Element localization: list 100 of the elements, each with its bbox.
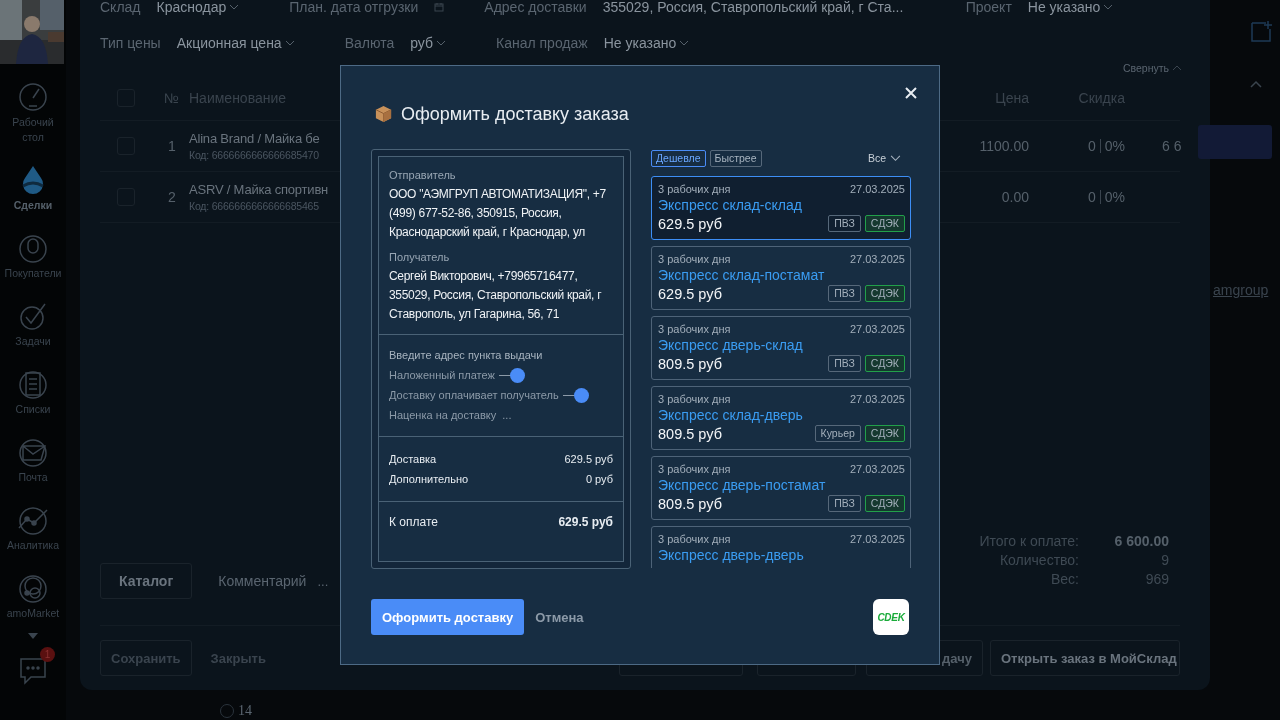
- chevron-icon: [1103, 4, 1114, 10]
- total-label: Количество:: [998, 552, 1079, 569]
- tag: СДЭК: [864, 285, 905, 302]
- chevron-icon: [229, 4, 240, 10]
- nav-item[interactable]: Рабочий стол: [1, 81, 65, 145]
- sort-filter[interactable]: Быстрее: [709, 149, 762, 167]
- table-cell-text: 1100.00: [978, 138, 1029, 154]
- field-label: Адрес доставки: [484, 0, 587, 15]
- tag: Курьер: [814, 425, 861, 442]
- chart-icon: [17, 504, 49, 536]
- product-name[interactable]: ASRV / Майка спортивн: [189, 181, 329, 199]
- chevron-icon: [284, 40, 295, 46]
- recipient-label: Получатель: [389, 250, 451, 264]
- delivery-date: 27.03.2025: [849, 182, 905, 196]
- carrier-logo: CDEK: [873, 599, 909, 635]
- chevron-icon: [679, 40, 690, 46]
- select-field[interactable]: Не указано: [1027, 0, 1114, 15]
- delivery-date: 27.03.2025: [849, 322, 905, 336]
- tariff-name: Экспресс склад-дверь: [658, 406, 804, 424]
- tariff-price: 629.5 руб: [658, 285, 722, 302]
- footer-button[interactable]: Открыть заказ в МойСклад: [990, 640, 1180, 676]
- tariff-price: 629.5 руб: [658, 215, 722, 232]
- tag: СДЭК: [864, 355, 905, 372]
- product-name[interactable]: Alina Brand / Майка бе: [189, 130, 320, 148]
- toggle-switch[interactable]: [562, 387, 589, 403]
- nav-item[interactable]: Сделки: [1, 164, 65, 213]
- product-code: Код: 6666666666666685465: [189, 199, 319, 213]
- dialog-title: Оформить доставку заказа: [401, 104, 630, 125]
- table-cell: 0%: [1104, 189, 1125, 205]
- pickup-point-link[interactable]: Введите адрес пункта выдачи: [389, 347, 613, 363]
- nav-item[interactable]: Почта: [1, 436, 65, 485]
- tariff-card[interactable]: 3 рабочих дня 27.03.2025 Экспресс склад-дверь 809.5 руб Курьер СДЭК: [651, 386, 911, 450]
- gauge-icon: [17, 81, 49, 113]
- recipient-address: Сергей Викторович, +79965716477, 355029, Россия, Ставропольский край, г Ставрополь, ул Гагарина, 56, 71: [389, 268, 603, 323]
- more-tabs[interactable]: ...: [317, 573, 329, 589]
- calendar-icon[interactable]: [434, 2, 445, 12]
- nav-item[interactable]: Списки: [1, 368, 65, 417]
- collapse-link[interactable]: Свернуть: [1122, 62, 1169, 74]
- field-label: Тип цены: [100, 35, 161, 51]
- tariff-card[interactable]: 3 рабочих дня 27.03.2025 Экспресс склад-постамат 629.5 руб ПВЗ СДЭК: [651, 246, 911, 310]
- chevron-icon[interactable]: [1250, 80, 1262, 88]
- chevron-icon: [436, 40, 446, 46]
- field-label: Валюта: [344, 35, 395, 51]
- table-cell: 0: [1087, 189, 1096, 205]
- link[interactable]: amgroup: [1213, 282, 1269, 298]
- submit-button[interactable]: Оформить доставку: [371, 599, 525, 635]
- list-item[interactable]: [1198, 125, 1272, 159]
- tag: СДЭК: [864, 215, 905, 232]
- tab[interactable]: Каталог: [100, 563, 193, 599]
- field-label: Канал продаж: [496, 35, 588, 51]
- toggle-switch[interactable]: [498, 367, 525, 383]
- select-field[interactable]: Не указано: [603, 35, 690, 51]
- tariff-name: Экспресс дверь-дверь: [658, 546, 805, 564]
- field-label: Проект: [965, 0, 1012, 15]
- tariff-card[interactable]: 3 рабочих дня 27.03.2025 Экспресс дверь-постамат 809.5 руб ПВЗ СДЭК: [651, 456, 911, 520]
- delivery-days: 3 рабочих дня: [658, 462, 731, 476]
- tag: ПВЗ: [828, 285, 861, 302]
- field-label: План. дата отгрузки: [289, 0, 419, 15]
- total-value: 969: [1144, 571, 1169, 588]
- cancel-button[interactable]: Отмена: [529, 608, 590, 626]
- field-label: Склад: [100, 0, 141, 15]
- select-field[interactable]: Акционная цена: [176, 35, 295, 51]
- add-icon[interactable]: [1250, 19, 1274, 43]
- close-icon[interactable]: [905, 87, 917, 99]
- delivery-date: 27.03.2025: [849, 392, 905, 406]
- nav-item[interactable]: amoMarket: [1, 572, 65, 621]
- delivery-date: 27.03.2025: [849, 252, 905, 266]
- tag: ПВЗ: [828, 215, 861, 232]
- product-code: Код: 6666666666666685470: [189, 148, 319, 162]
- tariff-card[interactable]: 3 рабочих дня 27.03.2025 Экспресс склад-склад 629.5 руб ПВЗ СДЭК: [651, 176, 911, 240]
- tariff-card[interactable]: 3 рабочих дня 27.03.2025 Экспресс дверь-дверь: [651, 526, 911, 568]
- box-icon: [374, 103, 393, 123]
- type-filter[interactable]: Все: [867, 152, 901, 164]
- tab[interactable]: Комментарий: [217, 572, 308, 590]
- text-field[interactable]: 355029, Россия, Ставропольский край, г Ста...: [602, 0, 918, 15]
- delivery-days: 3 рабочих дня: [658, 532, 731, 546]
- tariff-price: 809.5 руб: [658, 495, 722, 512]
- delivery-days: 3 рабочих дня: [658, 392, 731, 406]
- more-button[interactable]: ...: [502, 408, 512, 422]
- nav-item[interactable]: Покупатели: [1, 232, 65, 281]
- nav-item[interactable]: Аналитика: [1, 504, 65, 553]
- nav-item[interactable]: Задачи: [1, 300, 65, 349]
- tariff-name: Экспресс склад-склад: [658, 196, 803, 214]
- sender-address: ООО "АЭМГРУП АВТОМАТИЗАЦИЯ", +7 (499) 677-52-86, 350915, Россия, Краснодарский край, г Краснодар, ул: [389, 186, 607, 241]
- radio-option[interactable]: 14: [220, 703, 252, 719]
- caret-icon[interactable]: [28, 633, 38, 639]
- sort-filter[interactable]: Дешевле: [651, 149, 706, 167]
- row-number: 2: [167, 189, 177, 205]
- option-label: Наценка на доставку: [389, 408, 497, 422]
- tariff-card[interactable]: 3 рабочих дня 27.03.2025 Экспресс дверь-склад 809.5 руб ПВЗ СДЭК: [651, 316, 911, 380]
- select-field[interactable]: руб: [410, 35, 446, 51]
- total-label: Вес:: [1050, 571, 1079, 588]
- tariff-name: Экспресс дверь-постамат: [658, 476, 827, 494]
- tag: СДЭК: [864, 495, 905, 512]
- tag: ПВЗ: [828, 355, 861, 372]
- select-field[interactable]: Краснодар: [156, 0, 240, 15]
- chevron-icon[interactable]: [1172, 65, 1182, 71]
- table-cell: 0: [1087, 138, 1096, 154]
- table-cell: 0%: [1104, 138, 1125, 154]
- envelope-icon: [17, 436, 49, 468]
